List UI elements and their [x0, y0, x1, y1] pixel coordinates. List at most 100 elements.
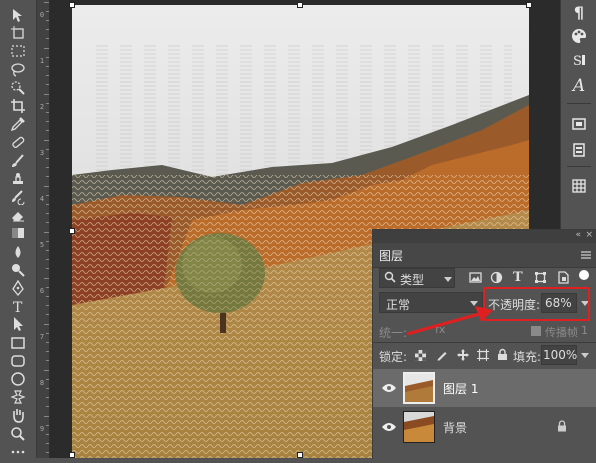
- type-filter-icon[interactable]: T: [513, 270, 523, 285]
- lock-artboard-icon[interactable]: [477, 349, 489, 364]
- eye-icon[interactable]: [382, 421, 396, 435]
- ruler-tick: [46, 112, 49, 113]
- lock-label: 锁定:: [379, 350, 408, 364]
- chevron-down-icon: [444, 277, 452, 282]
- ruler-tick: [46, 121, 49, 122]
- filter-kind-label: 类型: [400, 273, 425, 287]
- ruler-tick: [46, 103, 49, 104]
- transform-handle[interactable]: [297, 452, 303, 458]
- lock-all-icon[interactable]: [497, 348, 508, 364]
- ruler-tick: [44, 48, 49, 49]
- propagate-label: 传播帧: [545, 326, 578, 339]
- lock-pixels-icon[interactable]: [436, 349, 448, 364]
- ruler-tick: [46, 222, 49, 223]
- ruler-tick: [44, 186, 49, 187]
- ruler-tick: [46, 443, 49, 444]
- ruler-tick: [46, 296, 49, 297]
- adjustment-filter-icon[interactable]: [490, 271, 503, 287]
- ruler-tick: [44, 140, 49, 141]
- close-icon[interactable]: ×: [585, 230, 593, 240]
- ruler-tick: [46, 20, 49, 21]
- ruler-tick: [46, 259, 49, 260]
- lock-transparency-icon[interactable]: [415, 350, 426, 364]
- ruler-number: 1: [39, 57, 45, 65]
- ruler-tick: [46, 75, 49, 76]
- ruler-number: 6: [39, 287, 45, 295]
- search-icon: [384, 271, 396, 286]
- libraries-icon[interactable]: [569, 114, 589, 134]
- glyphs-glyph: A: [572, 76, 586, 96]
- ruler-tick: [46, 351, 49, 352]
- transform-handle[interactable]: [526, 2, 532, 8]
- lock-position-icon[interactable]: [457, 349, 469, 364]
- fill-input[interactable]: 100%: [541, 345, 577, 365]
- ruler-tick: [46, 149, 49, 150]
- transform-handle[interactable]: [69, 452, 75, 458]
- glyphs-icon[interactable]: A: [569, 76, 589, 96]
- ruler-tick: [44, 94, 49, 95]
- ruler-number: 7: [39, 333, 45, 341]
- ruler-tick: [44, 416, 49, 417]
- ruler-tick: [46, 406, 49, 407]
- panel-menu-icon[interactable]: [581, 249, 591, 263]
- ruler-tick: [46, 158, 49, 159]
- layers-panel: « × 图层 类型 T 正常 不透明度: 68% 统一: fx 传播帧 1 锁定…: [372, 229, 596, 459]
- properties-icon[interactable]: [569, 140, 589, 160]
- ruler-tick: [46, 305, 49, 306]
- transform-handle[interactable]: [297, 2, 303, 8]
- image-filter-icon[interactable]: [469, 271, 482, 287]
- layer-row[interactable]: 图层 1: [373, 369, 596, 407]
- svg-text:S: S: [573, 54, 582, 68]
- grid-icon[interactable]: [569, 176, 589, 196]
- ruler-tick: [46, 241, 49, 242]
- ruler-tick: [46, 434, 49, 435]
- filter-toggle-icon[interactable]: [579, 270, 589, 280]
- svg-text:T: T: [13, 300, 23, 314]
- ruler-tick: [46, 38, 49, 39]
- layer-thumbnail: [403, 411, 435, 443]
- ruler-tick: [46, 11, 49, 12]
- panel-tab-bar: 图层: [373, 243, 596, 268]
- paragraph-icon[interactable]: ¶: [569, 2, 589, 22]
- ruler-number: 2: [39, 103, 45, 111]
- ruler-tick: [44, 278, 49, 279]
- ruler-number: 3: [39, 149, 45, 157]
- collapse-icon[interactable]: «: [575, 230, 581, 240]
- ruler-tick: [46, 204, 49, 205]
- filter-kind-select[interactable]: 类型: [379, 268, 455, 288]
- panel-header-bar: « ×: [373, 230, 596, 243]
- ruler-tick: [46, 452, 49, 453]
- tools-panel: T: [0, 0, 37, 458]
- lock-icon: [557, 420, 567, 435]
- shape-filter-icon[interactable]: [534, 271, 547, 287]
- chevron-down-icon[interactable]: [581, 353, 589, 358]
- ruler-number: 4: [39, 195, 45, 203]
- layer-row[interactable]: 背景: [373, 408, 596, 446]
- transform-handle[interactable]: [69, 228, 75, 234]
- layer-name[interactable]: 图层 1: [443, 380, 478, 397]
- mores-tool-icon[interactable]: [6, 441, 30, 463]
- ruler-tick: [46, 29, 49, 30]
- transform-handle[interactable]: [69, 2, 75, 8]
- vertical-ruler: 0 1 2 3 4 5 6 7 8 9: [37, 0, 50, 458]
- color-palette-icon[interactable]: [569, 26, 589, 46]
- ruler-tick: [46, 287, 49, 288]
- ruler-tick: [46, 130, 49, 131]
- ruler-number: 5: [39, 241, 45, 249]
- ruler-tick: [46, 360, 49, 361]
- eye-icon[interactable]: [382, 382, 396, 396]
- character-style-icon[interactable]: S: [569, 50, 589, 70]
- propagate-checkbox[interactable]: [531, 326, 541, 336]
- ruler-tick: [44, 370, 49, 371]
- ruler-tick: [46, 379, 49, 380]
- tab-layers[interactable]: 图层: [379, 247, 403, 264]
- layer-thumbnail: [403, 372, 435, 404]
- ruler-tick: [46, 425, 49, 426]
- ruler-tick: [46, 250, 49, 251]
- ruler-tick: [46, 388, 49, 389]
- smart-object-filter-icon[interactable]: [557, 271, 570, 287]
- ruler-tick: [44, 324, 49, 325]
- ruler-tick: [46, 57, 49, 58]
- layer-name[interactable]: 背景: [443, 419, 467, 436]
- ruler-number: 8: [39, 379, 45, 387]
